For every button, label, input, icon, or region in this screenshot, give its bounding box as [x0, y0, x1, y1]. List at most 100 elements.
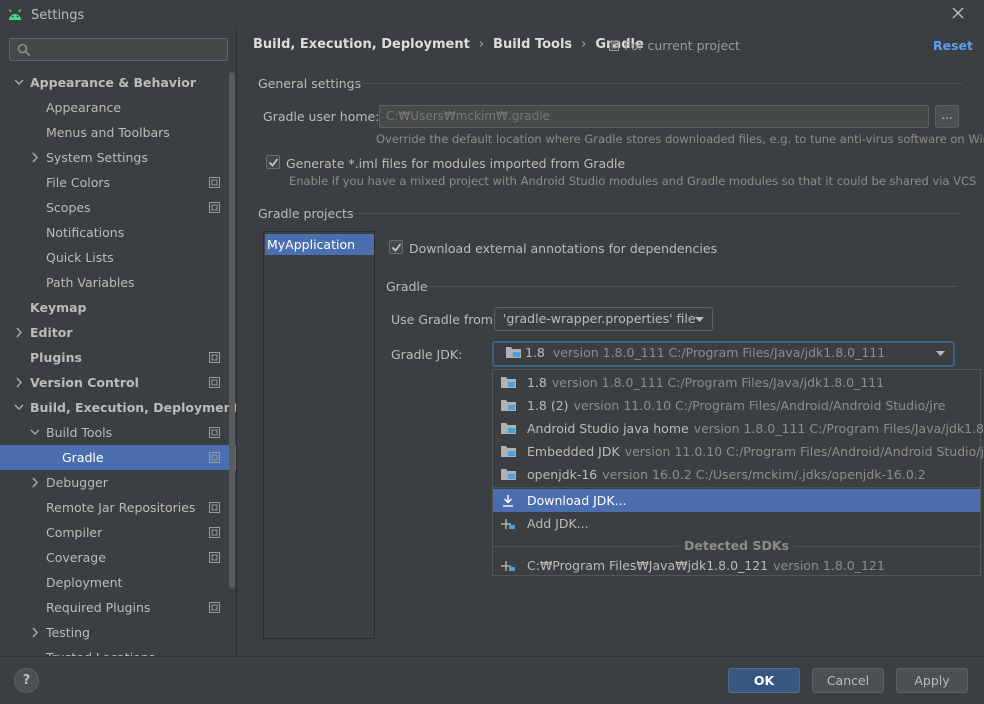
- tree-item-trusted-locations[interactable]: Trusted Locations: [0, 645, 236, 656]
- tree-item-deployment[interactable]: Deployment: [0, 570, 236, 595]
- tree-item-label: Compiler: [46, 525, 103, 540]
- settings-sidebar: Appearance & Behavior Appearance Menus and…: [0, 30, 236, 656]
- tree-item-plugins[interactable]: Plugins: [0, 345, 236, 370]
- project-level-icon: [209, 427, 220, 438]
- project-level-icon: [209, 352, 220, 363]
- tree-item-gradle[interactable]: Gradle: [0, 445, 236, 470]
- tree-item-compiler[interactable]: Compiler: [0, 520, 236, 545]
- jdk-option-name: Android Studio java home: [527, 421, 689, 436]
- chevron-right-icon[interactable]: [30, 145, 40, 170]
- tree-item-editor[interactable]: Editor: [0, 320, 236, 345]
- jdk-option[interactable]: 1.8 version 1.8.0_111 C:/Program Files/Ja…: [493, 371, 980, 394]
- browse-button[interactable]: ...: [935, 105, 959, 128]
- folder-icon: [501, 377, 516, 388]
- tree-item-label: Deployment: [46, 575, 123, 590]
- jdk-option-detail: version 11.0.10 C:/Program Files/Android…: [573, 398, 946, 413]
- tree-item-label: Version Control: [30, 375, 139, 390]
- gradle-jdk-dropdown[interactable]: 1.8 version 1.8.0_111 C:/Program Files/J…: [492, 341, 955, 367]
- use-gradle-from-dropdown[interactable]: 'gradle-wrapper.properties' file: [494, 307, 713, 331]
- tree-item-scopes[interactable]: Scopes: [0, 195, 236, 220]
- tree-item-version-control[interactable]: Version Control: [0, 370, 236, 395]
- reset-link[interactable]: Reset: [933, 38, 973, 53]
- tree-item-system-settings[interactable]: System Settings: [0, 145, 236, 170]
- chevron-down-icon[interactable]: [14, 395, 24, 420]
- tree-item-label: Required Plugins: [46, 600, 151, 615]
- gradle-jdk-name: 1.8: [525, 345, 545, 360]
- gradle-section-title: Gradle: [386, 279, 428, 294]
- separator: [347, 213, 962, 214]
- download-jdk-option[interactable]: Download JDK...: [493, 489, 980, 512]
- tree-item-build-execution-deployment[interactable]: Build, Execution, Deployment: [0, 395, 236, 420]
- tree-item-file-colors[interactable]: File Colors: [0, 170, 236, 195]
- folder-icon: [501, 446, 516, 457]
- tree-item-path-variables[interactable]: Path Variables: [0, 270, 236, 295]
- download-annotations-label: Download external annotations for depend…: [409, 241, 718, 256]
- folder-icon: [501, 469, 516, 480]
- use-gradle-from-value: 'gradle-wrapper.properties' file: [503, 311, 696, 326]
- breadcrumb-separator-icon: ›: [478, 37, 485, 52]
- tree-item-required-plugins[interactable]: Required Plugins: [0, 595, 236, 620]
- tree-item-label: Path Variables: [46, 275, 135, 290]
- breadcrumb-item[interactable]: Build Tools: [493, 37, 572, 52]
- folder-icon: [501, 423, 516, 434]
- tree-item-build-tools[interactable]: Build Tools: [0, 420, 236, 445]
- add-sdk-icon: [501, 519, 515, 529]
- generate-iml-checkbox[interactable]: [266, 155, 280, 169]
- download-annotations-checkbox[interactable]: [389, 240, 403, 254]
- tree-item-appearance[interactable]: Appearance: [0, 95, 236, 120]
- detected-sdk-option[interactable]: C:₩Program Files₩Java₩jdk1.8.0_121 versio…: [493, 554, 980, 577]
- project-level-icon: [209, 377, 220, 388]
- breadcrumb-item[interactable]: Build, Execution, Deployment: [253, 37, 470, 52]
- tree-item-label: Build, Execution, Deployment: [30, 400, 236, 415]
- project-level-icon: [209, 602, 220, 613]
- detected-sdk-name: C:₩Program Files₩Java₩jdk1.8.0_121: [527, 558, 769, 573]
- tree-item-label: File Colors: [46, 175, 111, 190]
- add-jdk-option[interactable]: Add JDK...: [493, 512, 980, 535]
- project-item[interactable]: MyApplication: [265, 234, 374, 255]
- general-settings-title: General settings: [258, 76, 362, 91]
- project-level-icon: [209, 177, 220, 188]
- jdk-option[interactable]: Embedded JDK version 11.0.10 C:/Program F…: [493, 440, 984, 463]
- search-input[interactable]: [9, 38, 228, 61]
- separator: [427, 286, 957, 287]
- window-title: Settings: [31, 8, 85, 23]
- tree-item-testing[interactable]: Testing: [0, 620, 236, 645]
- chevron-right-icon[interactable]: [14, 320, 24, 345]
- close-icon[interactable]: [950, 5, 966, 21]
- tree-item-remote-jar-repositories[interactable]: Remote Jar Repositories: [0, 495, 236, 520]
- sidebar-scrollbar[interactable]: [229, 72, 235, 588]
- tree-item-debugger[interactable]: Debugger: [0, 470, 236, 495]
- tree-item-label: Keymap: [30, 300, 87, 315]
- cancel-button[interactable]: Cancel: [812, 668, 884, 693]
- jdk-option[interactable]: Android Studio java home version 1.8.0_11…: [493, 417, 984, 440]
- tree-item-label: Notifications: [46, 225, 125, 240]
- jdk-popup: 1.8 version 1.8.0_111 C:/Program Files/Ja…: [492, 369, 984, 577]
- detected-sdks-title: Detected SDKs: [684, 538, 789, 553]
- ok-button[interactable]: OK: [728, 668, 800, 693]
- tree-item-coverage[interactable]: Coverage: [0, 545, 236, 570]
- jdk-option[interactable]: openjdk-16 version 16.0.2 C:/Users/mckim/…: [493, 463, 980, 486]
- chevron-right-icon[interactable]: [30, 620, 40, 645]
- tree-item-notifications[interactable]: Notifications: [0, 220, 236, 245]
- tree-item-keymap[interactable]: Keymap: [0, 295, 236, 320]
- tree-item-label: Plugins: [30, 350, 82, 365]
- chevron-down-icon[interactable]: [14, 70, 24, 95]
- jdk-option[interactable]: 1.8 (2) version 11.0.10 C:/Program Files/…: [493, 394, 980, 417]
- tree-item-label: Quick Lists: [46, 250, 114, 265]
- tree-item-quick-lists[interactable]: Quick Lists: [0, 245, 236, 270]
- tree-item-menus-and-toolbars[interactable]: Menus and Toolbars: [0, 120, 236, 145]
- gradle-user-home-field[interactable]: C:₩Users₩mckim₩.gradle: [379, 105, 929, 128]
- help-button[interactable]: ?: [14, 668, 39, 693]
- tree-item-label: Appearance: [46, 100, 122, 115]
- tree-item-appearance-behavior[interactable]: Appearance & Behavior: [0, 70, 236, 95]
- chevron-right-icon[interactable]: [30, 470, 40, 495]
- project-level-icon: [209, 502, 220, 513]
- gradle-projects-title: Gradle projects: [258, 206, 354, 221]
- download-jdk-label: Download JDK...: [527, 493, 627, 508]
- chevron-right-icon[interactable]: [14, 370, 24, 395]
- chevron-down-icon[interactable]: [30, 420, 40, 445]
- add-jdk-label: Add JDK...: [527, 516, 589, 531]
- jdk-option-detail: version 1.8.0_111 C:/Program Files/Java/…: [693, 421, 984, 436]
- checkmark-icon: [268, 158, 279, 167]
- apply-button[interactable]: Apply: [896, 668, 968, 693]
